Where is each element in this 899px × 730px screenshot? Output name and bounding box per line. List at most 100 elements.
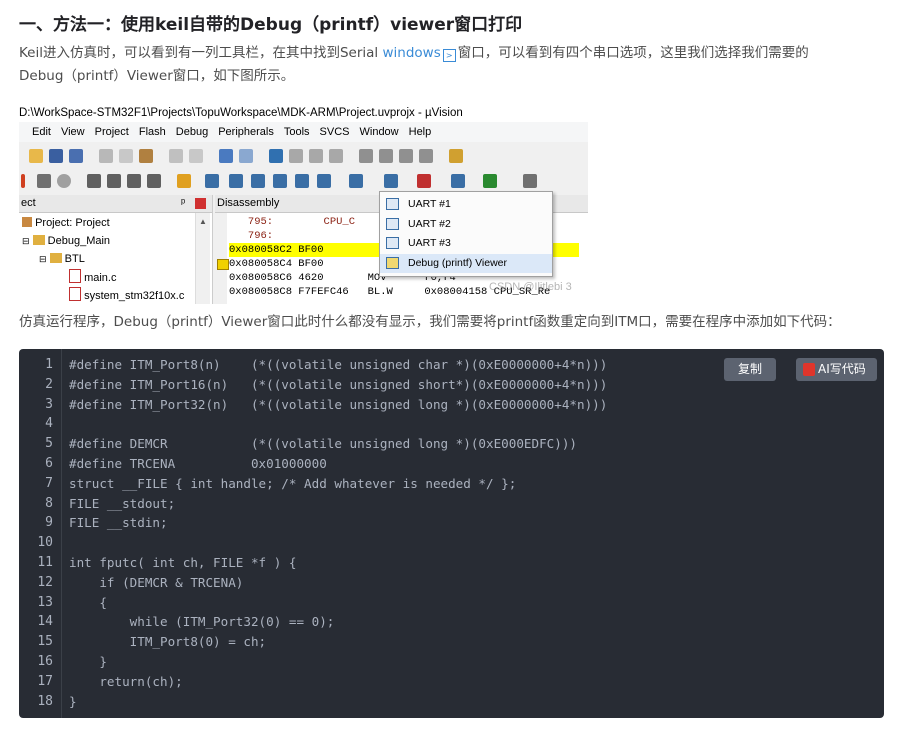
memory-window-icon[interactable] bbox=[349, 174, 363, 188]
nav-back-icon[interactable] bbox=[219, 149, 233, 163]
menu-edit[interactable]: Edit bbox=[27, 122, 56, 142]
call-stack-window-icon[interactable] bbox=[295, 174, 309, 188]
tree-project-root[interactable]: Project: Project bbox=[22, 215, 110, 231]
toolbar-debug bbox=[19, 169, 588, 193]
menu-item-debug-printf-viewer[interactable]: Debug (printf) Viewer bbox=[380, 254, 552, 273]
redo-icon[interactable] bbox=[189, 149, 203, 163]
line-number: 1 bbox=[45, 357, 53, 372]
step-over-icon[interactable] bbox=[107, 174, 121, 188]
show-next-statement-icon[interactable] bbox=[177, 174, 191, 188]
project-panel: ect ᵖ Project: Project ⊟ Debug_Main ⊟ BT… bbox=[19, 195, 213, 304]
command-window-icon[interactable] bbox=[205, 174, 219, 188]
bookmark-icon[interactable] bbox=[269, 149, 283, 163]
keil-screenshot: D:\WorkSpace-STM32F1\Projects\TopuWorksp… bbox=[19, 104, 588, 304]
menu-item-uart3[interactable]: UART #3 bbox=[380, 234, 552, 253]
close-icon[interactable] bbox=[195, 198, 206, 209]
line-number: 11 bbox=[37, 554, 53, 570]
comment-icon[interactable] bbox=[399, 149, 413, 163]
reset-icon[interactable] bbox=[21, 174, 25, 188]
code-line: if (DEMCR & TRCENA) bbox=[69, 574, 244, 590]
disasm-line: 796: bbox=[229, 230, 274, 242]
code-lines: #define ITM_Port8(n) (*((volatile unsign… bbox=[69, 355, 607, 711]
code-line: } bbox=[69, 653, 107, 669]
explanation-paragraph: 仿真运行程序，Debug（printf）Viewer窗口此时什么都没有显示，我们… bbox=[19, 314, 841, 330]
symbols-window-icon[interactable] bbox=[251, 174, 265, 188]
project-icon bbox=[22, 217, 32, 227]
unindent-icon[interactable] bbox=[379, 149, 393, 163]
window-title: D:\WorkSpace-STM32F1\Projects\TopuWorksp… bbox=[19, 104, 588, 122]
cut-icon[interactable] bbox=[99, 149, 113, 163]
stop-icon[interactable] bbox=[57, 174, 71, 188]
windows-link[interactable]: windows bbox=[382, 45, 440, 61]
tree-file-main-c[interactable]: main.c bbox=[69, 269, 116, 286]
ai-write-code-button[interactable]: AI写代码 bbox=[796, 358, 877, 381]
undo-icon[interactable] bbox=[169, 149, 183, 163]
menu-svcs[interactable]: SVCS bbox=[315, 122, 355, 142]
menu-tools[interactable]: Tools bbox=[279, 122, 315, 142]
project-panel-header: ect ᵖ bbox=[19, 195, 212, 213]
uart-icon bbox=[386, 198, 399, 210]
analysis-window-icon[interactable] bbox=[417, 174, 431, 188]
menu-item-uart2[interactable]: UART #2 bbox=[380, 215, 552, 234]
menu-debug[interactable]: Debug bbox=[171, 122, 213, 142]
menu-window[interactable]: Window bbox=[355, 122, 404, 142]
uart-icon bbox=[386, 237, 399, 249]
save-all-icon[interactable] bbox=[69, 149, 83, 163]
intro-paragraph-line2: Debug（printf）Viewer窗口，如下图所示。 bbox=[19, 68, 295, 84]
paste-icon[interactable] bbox=[139, 149, 153, 163]
intro-text-b: 窗口，可以看到有四个串口选项，这里我们选择我们需要的 bbox=[457, 45, 809, 61]
indent-icon[interactable] bbox=[359, 149, 373, 163]
watch-window-icon[interactable] bbox=[317, 174, 331, 188]
menu-project[interactable]: Project bbox=[90, 122, 134, 142]
open-folder-icon[interactable] bbox=[29, 149, 43, 163]
run-icon[interactable] bbox=[37, 174, 51, 188]
code-line: return(ch); bbox=[69, 673, 183, 689]
code-line: #define ITM_Port16(n) (*((volatile unsig… bbox=[69, 376, 608, 392]
step-into-icon[interactable] bbox=[87, 174, 101, 188]
code-line: } bbox=[69, 693, 77, 709]
find-in-files-icon[interactable] bbox=[449, 149, 463, 163]
printf-viewer-icon bbox=[386, 257, 399, 269]
menu-flash[interactable]: Flash bbox=[134, 122, 171, 142]
c-file-icon bbox=[69, 269, 81, 283]
serial-window-icon[interactable] bbox=[384, 174, 398, 188]
run-to-cursor-icon[interactable] bbox=[147, 174, 161, 188]
trace-window-icon[interactable] bbox=[451, 174, 465, 188]
step-out-icon[interactable] bbox=[127, 174, 141, 188]
code-block: 1 2 3 4 5 6 7 8 9 10 11 12 13 14 15 16 1… bbox=[19, 349, 884, 718]
line-number: 14 bbox=[37, 614, 53, 630]
system-viewer-icon[interactable] bbox=[483, 174, 497, 188]
menu-peripherals[interactable]: Peripherals bbox=[213, 122, 279, 142]
tree-file-system-stm32f10x[interactable]: system_stm32f10x.c bbox=[69, 287, 184, 304]
disassembly-window-icon[interactable] bbox=[229, 174, 243, 188]
menu-view[interactable]: View bbox=[56, 122, 90, 142]
save-icon[interactable] bbox=[49, 149, 63, 163]
folder-icon bbox=[49, 253, 62, 263]
menu-help[interactable]: Help bbox=[404, 122, 437, 142]
uart-icon bbox=[386, 218, 399, 230]
toolbar-file bbox=[19, 144, 588, 168]
code-line: FILE __stdin; bbox=[69, 515, 168, 531]
bookmark-prev-icon[interactable] bbox=[289, 149, 303, 163]
bookmark-clear-icon[interactable] bbox=[329, 149, 343, 163]
project-panel-scrollbar[interactable]: ▲ bbox=[195, 213, 210, 304]
terminal-icon: > bbox=[442, 49, 456, 62]
copy-icon[interactable] bbox=[119, 149, 133, 163]
nav-forward-icon[interactable] bbox=[239, 149, 253, 163]
toolbox-icon[interactable] bbox=[523, 174, 537, 188]
code-line: while (ITM_Port32(0) == 0); bbox=[69, 614, 335, 630]
pin-icon[interactable]: ᵖ bbox=[181, 195, 185, 212]
bookmark-next-icon[interactable] bbox=[309, 149, 323, 163]
tree-group-btl[interactable]: ⊟ BTL bbox=[39, 251, 85, 267]
code-line: #define TRCENA 0x01000000 bbox=[69, 455, 327, 471]
watermark: CSDN @Ilitlebi 3 bbox=[489, 281, 572, 293]
uncomment-icon[interactable] bbox=[419, 149, 433, 163]
serial-windows-menu: UART #1 UART #2 UART #3 Debug (printf) V… bbox=[379, 191, 553, 277]
tree-group-debug-main[interactable]: ⊟ Debug_Main bbox=[22, 233, 110, 249]
gutter-divider bbox=[61, 349, 62, 718]
registers-window-icon[interactable] bbox=[273, 174, 287, 188]
copy-button[interactable]: 复制 bbox=[724, 358, 776, 381]
menu-item-uart1[interactable]: UART #1 bbox=[380, 195, 552, 214]
current-pc-arrow-icon bbox=[217, 259, 229, 270]
